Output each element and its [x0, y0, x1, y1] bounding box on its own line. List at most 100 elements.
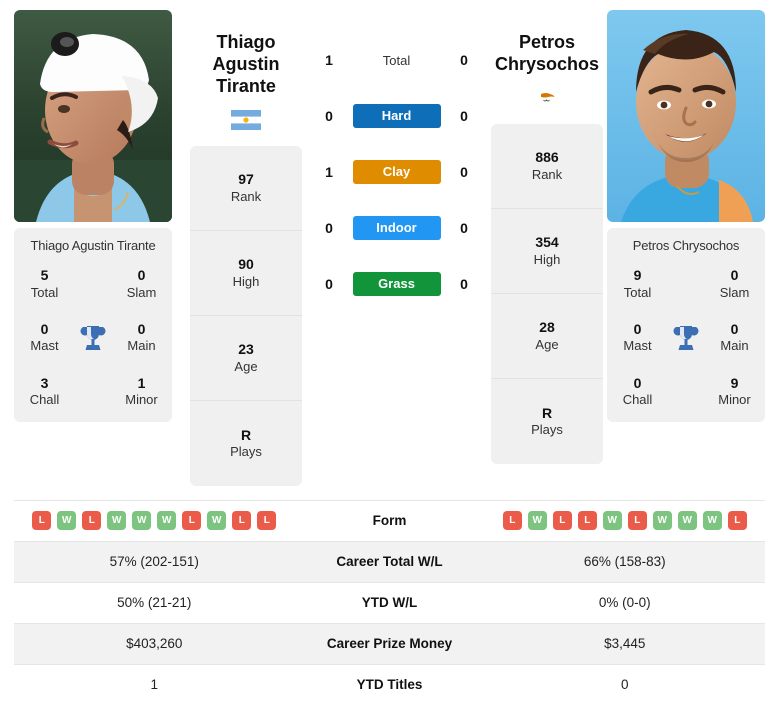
right-plays-label: Plays [531, 422, 563, 438]
left-titles-chall-label: Chall [29, 392, 60, 407]
right-titles-total: 9 Total [611, 267, 664, 301]
left-rank-box: 97 Rank 90 High 23 Age R Plays [190, 145, 302, 486]
form-badge-win: W [677, 511, 697, 531]
right-titles-chall-value: 0 [633, 374, 642, 391]
table-label-ytd-wl: YTD W/L [361, 595, 418, 611]
form-badge-loss: L [552, 511, 572, 531]
left-player-info-column: Thiago Agustin Tirante 97 Rank 90 High 2… [186, 10, 306, 486]
left-indoor-count: 0 [325, 220, 333, 236]
left-titles-slam-value: 0 [137, 267, 146, 283]
left-name-line1: Thiago Agustin [212, 32, 280, 74]
form-badge-loss: L [182, 511, 202, 531]
right-titles-mast-label: Mast [623, 338, 652, 354]
right-age-row: 28 Age [491, 294, 603, 379]
trophy-icon [71, 324, 115, 352]
flag-cyprus-icon [532, 87, 562, 108]
form-badge-loss: L [627, 511, 647, 531]
right-rank-box: 886 Rank 354 High 28 Age R Plays [491, 123, 603, 464]
right-titles-chall: 0 Chall [611, 375, 664, 409]
left-high-label: High [232, 273, 260, 289]
form-badge-loss: L [502, 511, 522, 531]
left-plays-label: Plays [230, 444, 262, 459]
left-titles-minor-value: 1 [137, 374, 146, 391]
form-badge-win: W [652, 511, 672, 531]
surface-bar-hard[interactable]: Hard [352, 104, 441, 128]
right-titles-total-label: Total [623, 284, 652, 300]
right-grass-count: 0 [460, 276, 468, 292]
right-indoor-count: 0 [460, 220, 468, 236]
form-badge-win: W [602, 511, 622, 531]
surface-label-total: Total [382, 52, 411, 68]
left-age-row: 23 Age [190, 316, 302, 401]
form-badge-loss: L [727, 511, 747, 531]
left-titles-total-label: Total [30, 284, 59, 300]
form-badge-loss: L [82, 511, 102, 531]
surface-bar-clay[interactable]: Clay [352, 160, 441, 184]
left-age-label: Age [234, 358, 258, 374]
right-player-titles-card: Petros Chrysochos 9 Total 0 Slam 0 Mast [607, 228, 765, 423]
surface-bar-indoor[interactable]: Indoor [352, 216, 441, 240]
form-badge-win: W [527, 511, 547, 531]
left-player-name: Thiago Agustin Tirante [30, 238, 156, 253]
comparison-header: Thiago Agustin Tirante 5 Total 0 Slam 0 … [0, 0, 779, 486]
left-age-value: 23 [238, 341, 254, 358]
right-name-line1: Petros [518, 32, 576, 52]
left-rank-label: Rank [230, 188, 262, 204]
left-titles-chall-value: 3 [40, 374, 49, 391]
left-grass-count: 0 [325, 276, 333, 292]
surface-comparison-column: 1 Total 0 0 Hard 0 1 Clay 0 0 Indoor 0 0 [306, 10, 487, 312]
right-titles-slam-label: Slam [719, 284, 750, 300]
surface-row-indoor: 0 Indoor 0 [306, 200, 487, 256]
right-high-label: High [533, 251, 561, 267]
left-titles-total: 5 Total [18, 267, 71, 301]
table-label-career-prize-money: Career Prize Money [326, 636, 453, 652]
table-row-career-total-wl: 57% (202-151) Career Total W/L 66% (158-… [14, 540, 765, 582]
left-plays-row: R Plays [190, 401, 302, 486]
left-form-badges: LWLWWWLWLL [14, 511, 295, 531]
left-titles-total-value: 5 [40, 267, 49, 283]
table-row-career-prize-money: $403,260 Career Prize Money $3,445 [14, 622, 765, 664]
form-badge-loss: L [32, 511, 52, 531]
right-titles-mast-value: 0 [633, 320, 642, 337]
surface-row-hard: 0 Hard 0 [306, 88, 487, 144]
left-total-count: 1 [325, 52, 333, 68]
left-name-line2: Tirante [216, 75, 276, 96]
right-titles-minor-value: 9 [730, 374, 739, 391]
right-flag-wrap [491, 87, 603, 110]
left-titles-mast: 0 Mast [18, 321, 71, 355]
table-row-form: LWLWWWLWLL Form LWLLWLWWWL [14, 499, 766, 541]
right-hard-count: 0 [460, 108, 468, 124]
right-player-photo-column: Petros Chrysochos 9 Total 0 Slam 0 Mast [607, 10, 765, 423]
table-label-career-total-wl: Career Total W/L [336, 554, 443, 570]
form-badge-loss: L [232, 511, 252, 531]
right-clay-count: 0 [460, 164, 468, 180]
left-player-photo [14, 10, 172, 222]
surface-row-grass: 0 Grass 0 [306, 256, 487, 312]
left-titles-mast-value: 0 [40, 320, 49, 337]
right-rank-label: Rank [531, 166, 563, 182]
left-player-display-name: Thiago Agustin Tirante [190, 10, 302, 98]
left-titles-mast-label: Mast [30, 338, 59, 354]
right-titles-main-value: 0 [730, 320, 739, 337]
right-ytd-titles: 0 [620, 677, 629, 693]
right-form-badges: LWLLWLWWWL [485, 511, 766, 531]
left-titles-slam: 0 Slam [115, 267, 168, 301]
right-rank-row: 886 Rank [491, 124, 603, 209]
surface-bar-grass[interactable]: Grass [352, 272, 441, 296]
left-titles-minor-label: Minor [125, 392, 158, 407]
surface-row-clay: 1 Clay 0 [306, 144, 487, 200]
form-badge-win: W [157, 511, 177, 531]
right-titles-slam: 0 Slam [708, 267, 761, 301]
right-rank-value: 886 [535, 149, 559, 166]
form-badge-win: W [132, 511, 152, 531]
form-badge-loss: L [257, 511, 277, 531]
left-player-titles-card: Thiago Agustin Tirante 5 Total 0 Slam 0 … [14, 228, 172, 423]
trophy-icon [664, 324, 708, 352]
right-titles-total-value: 9 [633, 267, 642, 283]
right-player-display-name: Petros Chrysochos [491, 10, 603, 76]
form-badge-win: W [57, 511, 77, 531]
right-name-line2: Chrysochos [494, 53, 600, 74]
right-high-row: 354 High [491, 209, 603, 294]
left-flag-wrap [190, 109, 302, 132]
left-titles-slam-label: Slam [126, 284, 157, 300]
